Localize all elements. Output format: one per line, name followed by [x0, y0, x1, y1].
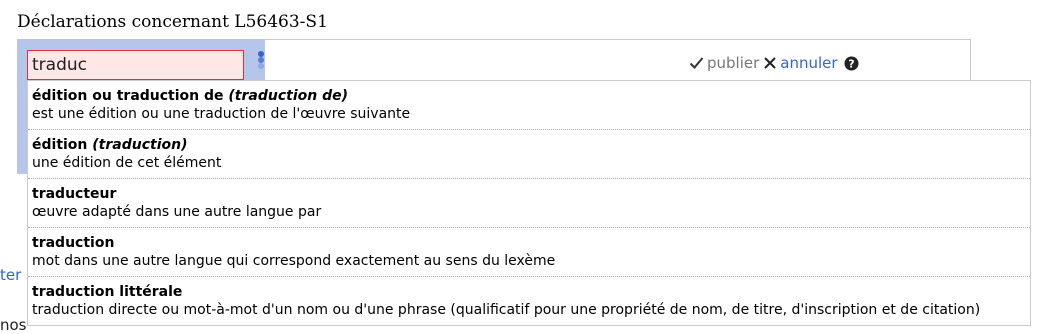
suggestion-alias: (traduction) [92, 137, 188, 153]
suggestion-alias: (traduction de) [228, 88, 349, 104]
edit-toolbar: publier annuler ? [689, 52, 859, 74]
suggestion-description: est une édition ou une traduction de l'œ… [32, 106, 411, 122]
close-icon [764, 57, 776, 69]
suggestion-description: œuvre adapté dans une autre langue par [32, 204, 322, 220]
partial-link[interactable]: ter [0, 266, 21, 284]
suggestion-description: traduction directe ou mot-à-mot d'un nom… [32, 302, 981, 318]
suggestion-title: traduction littérale [32, 284, 1026, 301]
help-icon[interactable]: ? [844, 56, 859, 71]
suggestion-title: traduction [32, 235, 1026, 252]
suggestion-label: traducteur [32, 186, 117, 202]
suggestion-item[interactable]: édition (traduction) une édition de cet … [28, 130, 1030, 179]
suggestion-label: traduction [32, 235, 115, 251]
suggestion-title: édition (traduction) [32, 137, 1026, 154]
cancel-button[interactable]: annuler [763, 54, 838, 72]
statements-heading: Déclarations concernant L56463-S1 [17, 12, 328, 32]
suggestion-description: mot dans une autre langue qui correspond… [32, 253, 556, 269]
loading-spinner-icon [258, 51, 264, 69]
suggestion-label: édition ou traduction de [32, 88, 224, 104]
suggestion-description: une édition de cet élément [32, 155, 222, 171]
suggestion-item[interactable]: traducteur œuvre adapté dans une autre l… [28, 179, 1030, 228]
publish-button[interactable]: publier [689, 54, 759, 72]
suggestion-item[interactable]: édition ou traduction de (traduction de)… [28, 81, 1030, 130]
partial-text: nos [0, 316, 27, 334]
suggestion-item[interactable]: traduction mot dans une autre langue qui… [28, 228, 1030, 277]
publish-label: publier [707, 54, 760, 72]
suggestion-item[interactable]: traduction littérale traduction directe … [28, 277, 1030, 325]
suggestion-label: traduction littérale [32, 284, 183, 300]
svg-text:?: ? [848, 57, 854, 70]
property-search-input[interactable] [27, 50, 244, 80]
suggestion-label: édition [32, 137, 88, 153]
suggestion-title: édition ou traduction de (traduction de) [32, 88, 1026, 105]
cancel-label: annuler [780, 54, 838, 72]
suggestion-title: traducteur [32, 186, 1026, 203]
checkmark-icon [689, 57, 704, 69]
property-suggestions-menu: édition ou traduction de (traduction de)… [27, 80, 1031, 326]
